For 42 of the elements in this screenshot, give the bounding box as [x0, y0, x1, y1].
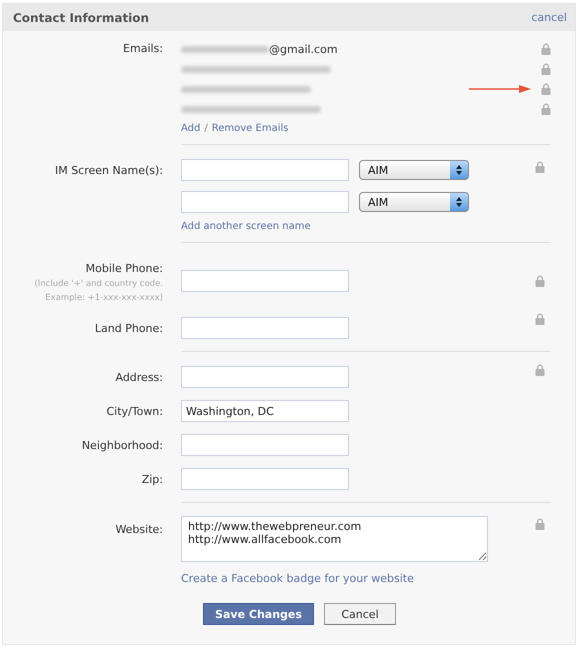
lock-icon — [535, 313, 545, 326]
field-label: City/Town: — [105, 404, 163, 420]
address-field[interactable] — [181, 366, 349, 388]
address-field[interactable] — [181, 468, 349, 490]
field-label: Address: — [114, 370, 163, 386]
field-label: Mobile Phone: — [84, 261, 163, 276]
service-select[interactable]: AIM — [359, 160, 469, 180]
email-text: @gmail.com — [269, 42, 338, 56]
mobile-phone-field[interactable] — [181, 270, 349, 292]
address-field[interactable] — [181, 434, 349, 456]
stepper-icon — [456, 197, 462, 207]
save-button[interactable]: Save Changes — [203, 603, 314, 626]
lock-icon — [541, 83, 551, 95]
panel-title: Contact Information — [13, 10, 150, 24]
stepper-icon — [456, 165, 462, 175]
add-screen-name-link[interactable]: Add another screen name — [181, 221, 517, 232]
cancel-button[interactable]: Cancel — [324, 603, 396, 626]
website-field[interactable]: http://www.thewebpreneur.com http://www.allfacebook.com — [181, 516, 488, 562]
address-field[interactable]: Washington, DC — [181, 400, 349, 422]
cancel-link[interactable]: cancel — [531, 11, 567, 24]
screen-name-field[interactable] — [181, 191, 349, 213]
lock-icon — [541, 103, 551, 115]
facebook-badge-link[interactable]: Create a Facebook badge for your website — [181, 572, 517, 586]
lock-icon — [535, 275, 545, 287]
lock-icon — [535, 161, 545, 173]
lock-icon — [535, 518, 545, 530]
lock-icon — [535, 364, 545, 376]
add-emails-link[interactable]: Add — [181, 123, 200, 134]
field-label: IM Screen Name(s): — [54, 163, 163, 179]
screen-name-field[interactable] — [181, 159, 349, 181]
service-select[interactable]: AIM — [359, 192, 469, 212]
land-phone-field[interactable] — [181, 317, 349, 340]
field-label: Emails: — [122, 41, 163, 57]
separator-text: / — [204, 123, 208, 134]
field-label: Neighborhood: — [80, 438, 163, 454]
field-label: Zip: — [140, 472, 163, 488]
lock-icon — [541, 43, 551, 55]
remove-emails-link[interactable]: Remove Emails — [212, 123, 288, 134]
hint-text: (Include '+' and country code. Example: +1-xxx-xxx-xxxx) — [33, 278, 163, 305]
field-label: Land Phone: — [94, 321, 163, 338]
lock-icon — [541, 63, 551, 75]
field-label: Website: — [114, 522, 163, 538]
